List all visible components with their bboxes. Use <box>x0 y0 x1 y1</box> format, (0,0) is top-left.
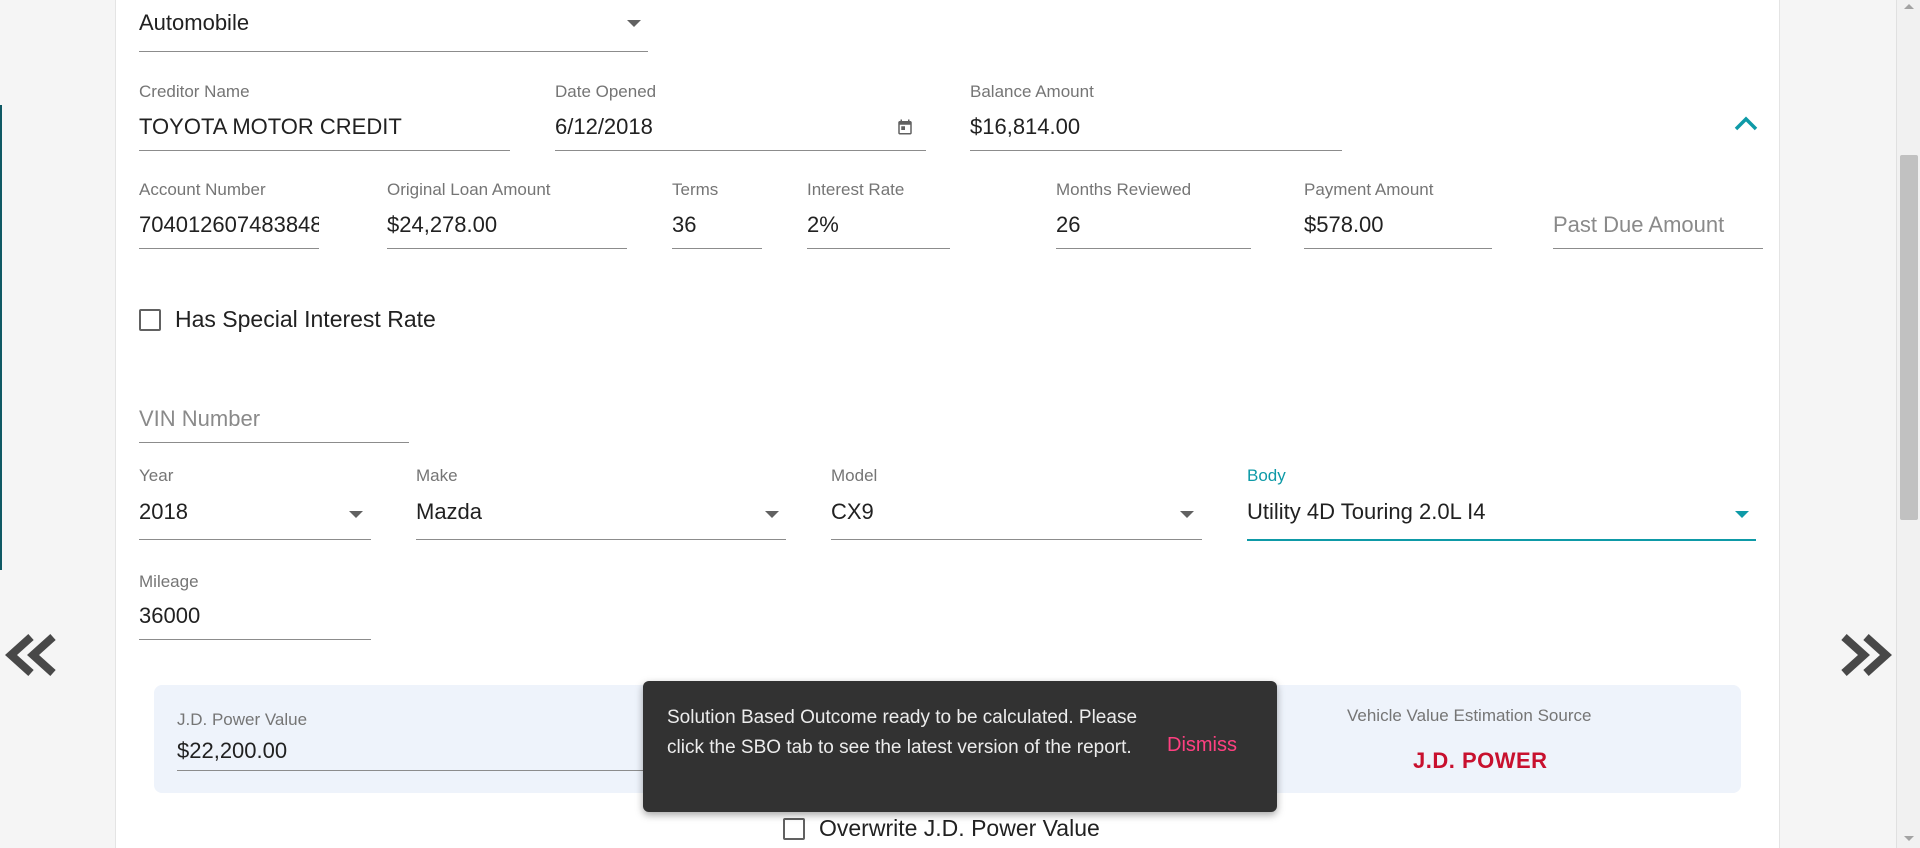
scroll-up-arrow-icon[interactable] <box>1904 4 1914 9</box>
creditor-name-value: TOYOTA MOTOR CREDIT <box>139 114 402 139</box>
calendar-icon[interactable] <box>896 118 914 136</box>
chevron-up-icon[interactable] <box>1733 113 1759 133</box>
months-reviewed-label: Months Reviewed <box>1056 180 1192 199</box>
model-label: Model <box>831 466 878 485</box>
payment-amount-field[interactable]: Payment Amount $578.00 <box>1304 180 1492 250</box>
vin-number-field[interactable]: VIN Number <box>139 400 409 444</box>
months-reviewed-value: 26 <box>1056 212 1081 237</box>
chevron-down-icon <box>627 20 641 27</box>
past-due-amount-placeholder: Past Due Amount <box>1553 212 1725 237</box>
make-select[interactable]: Make Mazda <box>416 466 786 541</box>
terms-label: Terms <box>672 180 719 199</box>
date-opened-field[interactable]: Date Opened 6/12/2018 <box>555 82 926 152</box>
checkbox-box[interactable] <box>783 817 805 840</box>
dismiss-button[interactable]: Dismiss <box>1167 734 1237 757</box>
vin-number-placeholder: VIN Number <box>139 406 261 431</box>
double-chevron-right-icon[interactable] <box>1838 631 1894 679</box>
left-accent-strip <box>0 105 2 570</box>
body-value: Utility 4D Touring 2.0L I4 <box>1247 499 1486 524</box>
special-interest-rate-label: Has Special Interest Rate <box>175 306 436 332</box>
special-interest-rate-checkbox[interactable]: Has Special Interest Rate <box>139 306 436 333</box>
year-value: 2018 <box>139 499 188 524</box>
balance-amount-value: $16,814.00 <box>970 114 1081 139</box>
account-number-label: Account Number <box>139 180 266 199</box>
chevron-down-icon <box>349 511 363 518</box>
payment-amount-label: Payment Amount <box>1304 180 1434 199</box>
loan-type-select[interactable]: Automobile <box>139 0 648 52</box>
interest-rate-value: 2% <box>807 212 839 237</box>
creditor-name-field[interactable]: Creditor Name TOYOTA MOTOR CREDIT <box>139 82 510 152</box>
original-loan-amount-field[interactable]: Original Loan Amount $24,278.00 <box>387 180 627 250</box>
terms-field[interactable]: Terms 36 <box>672 180 762 250</box>
body-label: Body <box>1247 466 1286 485</box>
jd-power-value-field[interactable]: J.D. Power Value $22,200.00 <box>177 708 657 772</box>
double-chevron-left-icon[interactable] <box>3 631 59 679</box>
balance-amount-field[interactable]: Balance Amount $16,814.00 <box>970 82 1342 152</box>
date-opened-label: Date Opened <box>555 82 657 101</box>
year-select[interactable]: Year 2018 <box>139 466 371 541</box>
chevron-down-icon <box>1735 511 1749 518</box>
payment-amount-value: $578.00 <box>1304 212 1384 237</box>
mileage-field[interactable]: Mileage 36000 <box>139 572 371 642</box>
value-estimation-source-label: Vehicle Value Estimation Source <box>1347 706 1592 725</box>
jd-power-value: $22,200.00 <box>177 738 288 763</box>
year-label: Year <box>139 466 174 485</box>
chevron-down-icon <box>765 511 779 518</box>
snackbar-notification: Solution Based Outcome ready to be calcu… <box>643 681 1277 812</box>
balance-amount-label: Balance Amount <box>970 82 1094 101</box>
overwrite-jd-power-checkbox[interactable]: Overwrite J.D. Power Value <box>783 815 1100 842</box>
scroll-thumb[interactable] <box>1900 155 1918 520</box>
make-label: Make <box>416 466 458 485</box>
mileage-label: Mileage <box>139 572 199 591</box>
body-select[interactable]: Body Utility 4D Touring 2.0L I4 <box>1247 466 1756 542</box>
page-scrollbar[interactable] <box>1896 0 1920 848</box>
terms-value: 36 <box>672 212 697 237</box>
left-gutter <box>0 0 115 848</box>
original-loan-amount-value: $24,278.00 <box>387 212 498 237</box>
make-value: Mazda <box>416 499 483 524</box>
interest-rate-field[interactable]: Interest Rate 2% <box>807 180 950 250</box>
checkbox-box[interactable] <box>139 308 161 331</box>
right-gutter <box>1780 0 1896 848</box>
chevron-down-icon <box>1180 511 1194 518</box>
creditor-name-label: Creditor Name <box>139 82 250 101</box>
snackbar-message: Solution Based Outcome ready to be calcu… <box>667 707 1138 758</box>
interest-rate-label: Interest Rate <box>807 180 905 199</box>
jd-power-logo: J.D. POWER <box>1413 748 1548 773</box>
date-opened-value: 6/12/2018 <box>555 114 653 139</box>
account-number-field[interactable]: Account Number 7040126074838487 <box>139 180 319 250</box>
model-value: CX9 <box>831 499 874 524</box>
account-number-value: 7040126074838487 <box>139 212 319 237</box>
past-due-amount-field[interactable]: Past Due Amount <box>1553 180 1763 250</box>
jd-power-value-label: J.D. Power Value <box>177 710 308 729</box>
overwrite-jd-power-label: Overwrite J.D. Power Value <box>819 815 1100 841</box>
loan-type-value: Automobile <box>139 10 250 35</box>
scroll-down-arrow-icon[interactable] <box>1904 836 1914 841</box>
original-loan-amount-label: Original Loan Amount <box>387 180 551 199</box>
model-select[interactable]: Model CX9 <box>831 466 1202 541</box>
mileage-value: 36000 <box>139 603 201 628</box>
months-reviewed-field[interactable]: Months Reviewed 26 <box>1056 180 1251 250</box>
